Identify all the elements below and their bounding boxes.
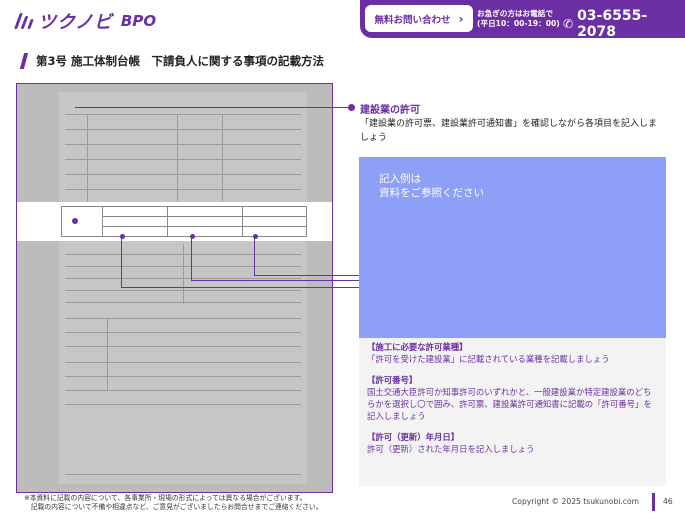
trade-section-title: 【施工に必要な許可業種】 [367,342,468,352]
connector-line-date-v [254,237,255,275]
placeholder-text: 記入例は 資料をご参照ください [379,172,484,200]
page-number: 46 [663,497,673,506]
phone-note-line2: (平日10：00-19：00) [477,19,560,28]
connector-line-number-v [191,237,192,280]
placeholder-line1: 記入例は [379,173,421,185]
logo-text: ツクノビ [38,12,113,33]
phone-icon: ✆ [563,17,574,31]
annotation-description: 「建設業の許可票、建設業許可通知書」を確認しながら各項目を記入しましょう [360,119,658,143]
phone-hours-note: お急ぎの方はお電話で (平日10：00-19：00) [477,9,560,29]
connector-line-trade-h [121,287,359,288]
example-placeholder: 記入例は 資料をご参照ください [359,157,666,338]
number-section-title: 【許可番号】 [367,375,418,385]
logo-subtext: BPO [120,12,157,30]
connector-line-trade-v [121,237,122,287]
annotation-title: 建設業の許可 [360,105,420,116]
phone-link[interactable]: ✆ 03-6555-2078 [563,8,685,40]
connector-line-number-h [191,280,359,281]
connector-line-date-h [254,275,359,276]
annotation-marker-icon [348,104,355,111]
page-number-divider [652,493,655,511]
logo-mark-icon [14,11,34,31]
chevron-right-icon: › [458,11,464,26]
contact-banner: 無料お問い合わせ › お急ぎの方はお電話で (平日10：00-19：00) ✆ … [360,0,685,40]
copyright: Copyright © 2025 tsukunobi.com [512,497,640,506]
top-bar: ツクノビ BPO 無料お問い合わせ › お急ぎの方はお電話で (平日10：00-… [0,0,685,42]
title-accent-bar [19,53,29,69]
trade-section-body: 「許可を受けた建設業」に記載されている業種を記載しましょう [367,354,610,364]
free-inquiry-button[interactable]: 無料お問い合わせ › [365,5,473,32]
logo[interactable]: ツクノビ BPO [14,10,157,33]
form-preview-image [16,83,333,493]
permit-table [61,206,307,237]
date-section-body: 許可（更新）された年月日を記入しましょう [367,444,535,454]
footnote-line2: 記載の内容について不備や相違点など、ご意見がございましたらお問合せまでご連絡くだ… [24,503,323,511]
footnote: ※本資料に記載の内容について、各事業所・現場の形式によっては異なる場合がございま… [24,494,323,512]
phone-note-line1: お急ぎの方はお電話で [477,9,553,18]
permit-marker-icon [72,218,78,224]
instructions-box: 【施工に必要な許可業種】 「許可を受けた建設業」に記載されている業種を記載しまし… [359,338,666,486]
number-section-body: 国土交通大臣許可か知事許可のいずれかと、一般建設業か特定建設業のどちらかを選択し… [367,387,652,421]
phone-number: 03-6555-2078 [577,8,648,40]
free-inquiry-label: 無料お問い合わせ [374,14,451,26]
footnote-line1: ※本資料に記載の内容について、各事業所・現場の形式によっては異なる場合がございま… [24,494,307,502]
page-title: 第3号 施工体制台帳 下請負人に関する事項の記載方法 [36,54,325,68]
placeholder-line2: 資料をご参照ください [379,187,484,199]
connector-line-main [75,107,349,108]
date-section-title: 【許可（更新）年月日】 [367,432,460,442]
